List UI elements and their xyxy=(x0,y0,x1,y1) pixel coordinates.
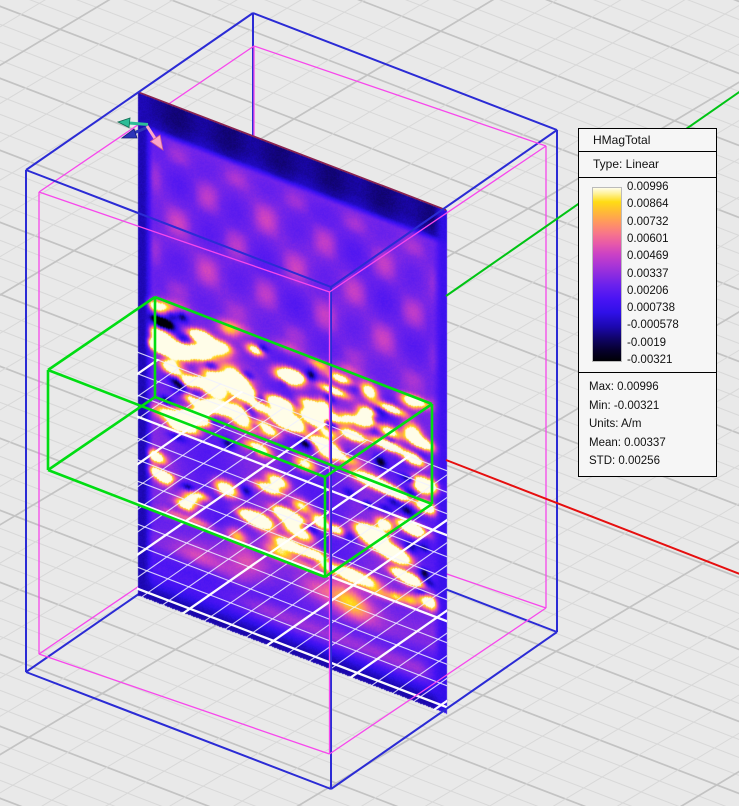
stat-std: STD: 0.00256 xyxy=(589,455,660,468)
stat-mean: Mean: 0.00337 xyxy=(589,436,666,449)
tangent-arrow-pink-icon xyxy=(145,125,164,151)
colorbar-tick-label: 0.00996 xyxy=(627,181,669,193)
object-wireframe-box[interactable] xyxy=(46,295,434,579)
legend-title: HMagTotal xyxy=(579,129,716,152)
normal-arrow-navy-icon xyxy=(120,125,149,139)
legend-stats: Max: 0.00996 Min: -0.00321 Units: A/m Me… xyxy=(579,373,716,476)
colorbar-tick-label: 0.00469 xyxy=(627,250,669,263)
legend-colorbar-section: 0.00996 0.00864 0.00732 0.00601 0.00469 … xyxy=(579,178,716,373)
viewport-3d[interactable]: HMagTotal Type: Linear 0.00996 0.00864 0… xyxy=(0,0,739,806)
colorbar-gradient xyxy=(592,187,622,362)
colorbar-tick-label: 0.00864 xyxy=(627,198,669,211)
colorbar-tick-label: 0.00337 xyxy=(627,267,669,280)
x-axis-line xyxy=(445,459,739,575)
colorbar-tick-label: -0.000578 xyxy=(627,319,679,332)
field-legend-panel[interactable]: HMagTotal Type: Linear 0.00996 0.00864 0… xyxy=(578,128,717,477)
airbox-wireframe[interactable] xyxy=(25,12,558,790)
colorbar-tick-label: 0.00601 xyxy=(627,232,669,245)
stat-max: Max: 0.00996 xyxy=(589,381,659,393)
tangent-arrow-teal-icon xyxy=(116,117,149,129)
colorbar-tick-label: 0.00206 xyxy=(627,284,669,297)
stat-units: Units: A/m xyxy=(589,418,642,431)
plane-edge-line xyxy=(137,91,447,211)
colorbar-tick-label: -0.00321 xyxy=(627,354,673,366)
colorbar-tick-label: 0.00732 xyxy=(627,215,669,228)
legend-scale-type: Type: Linear xyxy=(579,152,716,178)
inner-box-wireframe[interactable] xyxy=(38,45,547,755)
plane-orientation-arrows xyxy=(116,117,164,151)
stat-min: Min: -0.00321 xyxy=(589,399,660,412)
colorbar-tick-label: 0.000738 xyxy=(627,302,675,315)
colorbar-tick-label: -0.0019 xyxy=(627,336,667,349)
